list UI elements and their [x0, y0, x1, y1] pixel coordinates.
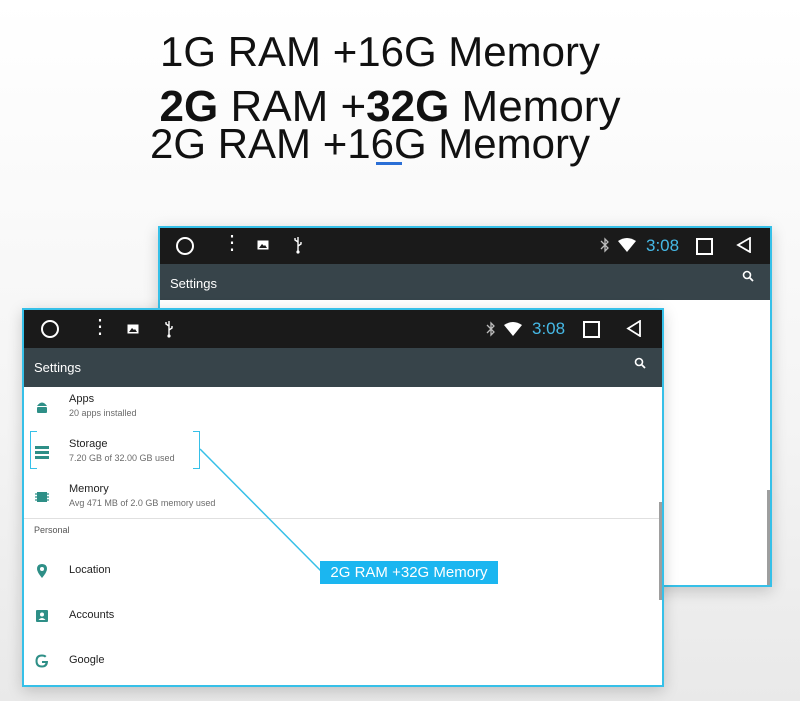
callout-connector	[199, 448, 323, 573]
storage-callout-label: 2G RAM +32G Memory	[320, 561, 498, 584]
